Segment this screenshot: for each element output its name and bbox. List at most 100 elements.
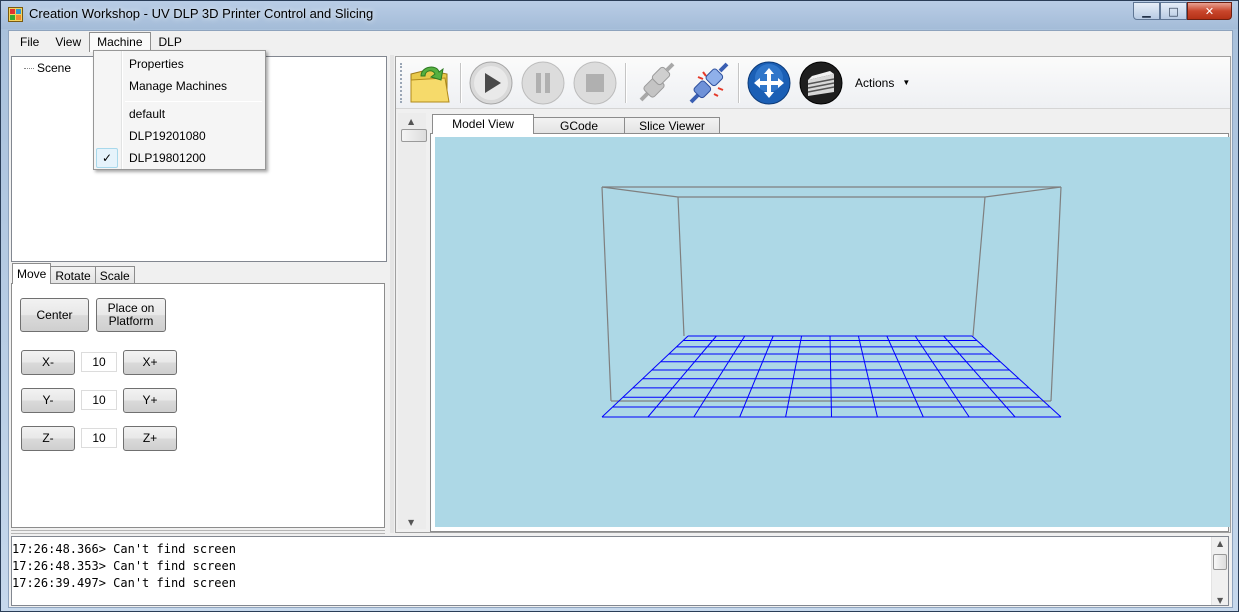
maximize-button[interactable]: □: [1160, 2, 1187, 20]
scroll-up-icon[interactable]: ▲: [408, 117, 414, 126]
play-icon: [469, 61, 513, 104]
app-window: Creation Workshop - UV DLP 3D Printer Co…: [0, 0, 1239, 612]
platform-grid-line: [971, 335, 1062, 418]
plug-connect-icon: [689, 62, 729, 103]
platform-grid-line: [693, 335, 746, 418]
menu-item-machine-dlp19201080[interactable]: DLP19201080: [96, 125, 263, 147]
build-volume-edge: [601, 186, 679, 198]
splitter[interactable]: [390, 55, 394, 533]
minimize-icon: ▁: [1142, 4, 1151, 18]
model-view-panel: [430, 133, 1230, 532]
window-title: Creation Workshop - UV DLP 3D Printer Co…: [29, 6, 374, 21]
move-view-button[interactable]: [745, 59, 793, 107]
scroll-thumb[interactable]: [1213, 554, 1227, 570]
platform-grid-line: [647, 335, 717, 418]
platform-grid-line: [601, 335, 689, 418]
window-controls: ▁ □ ✕: [1133, 2, 1232, 20]
tab-move[interactable]: Move: [12, 263, 52, 284]
right-panel: Actions ▼ ▲ ▼ Model View GCode Slice Vie…: [395, 56, 1231, 533]
close-button[interactable]: ✕: [1187, 2, 1232, 20]
chevron-down-icon: ▼: [902, 78, 911, 87]
build-volume-edge: [972, 196, 986, 337]
place-on-platform-button[interactable]: Place on Platform: [96, 298, 166, 332]
menu-item-machine-default[interactable]: default: [96, 103, 263, 125]
left-panel-divider: [11, 530, 385, 534]
stop-button[interactable]: [571, 59, 619, 107]
move-arrows-icon: [747, 61, 791, 104]
play-button[interactable]: [467, 59, 515, 107]
move-panel: Center Place on Platform X- 10 X+ Y- 10 …: [11, 283, 385, 528]
log-line: 17:26:39.497> Can't find screen: [12, 576, 236, 590]
menu-machine[interactable]: Machine: [89, 32, 151, 52]
platform-grid-line: [943, 335, 1016, 418]
slice-cake-icon: [799, 61, 843, 104]
menu-dlp[interactable]: DLP: [151, 32, 190, 52]
pause-icon: [521, 61, 565, 104]
platform-grid-line: [829, 335, 832, 418]
toolbar: Actions ▼: [396, 57, 1230, 109]
scroll-down-icon[interactable]: ▼: [1217, 596, 1223, 605]
z-plus-button[interactable]: Z+: [123, 426, 177, 451]
z-step-input[interactable]: 10: [81, 428, 117, 448]
menu-file[interactable]: File: [12, 32, 47, 52]
platform-grid-line: [739, 335, 774, 418]
tab-model-view[interactable]: Model View: [432, 114, 534, 134]
platform-grid-line: [857, 335, 878, 418]
plug-disconnected-icon: [639, 62, 675, 101]
log-scrollbar[interactable]: ▲ ▼: [1211, 537, 1228, 605]
build-volume-edge: [677, 196, 685, 337]
app-icon: [8, 7, 23, 22]
scroll-down-icon[interactable]: ▼: [408, 518, 414, 527]
machine-menu: Properties Manage Machines default DLP19…: [93, 50, 266, 170]
actions-dropdown[interactable]: Actions ▼: [855, 76, 910, 90]
x-step-input[interactable]: 10: [81, 352, 117, 372]
y-step-input[interactable]: 10: [81, 390, 117, 410]
log-line: 17:26:48.353> Can't find screen: [12, 559, 236, 573]
menu-view[interactable]: View: [47, 32, 89, 52]
y-minus-button[interactable]: Y-: [21, 388, 75, 413]
3d-viewport[interactable]: [435, 137, 1230, 527]
actions-label: Actions: [855, 75, 895, 90]
menu-item-machine-dlp19801200[interactable]: DLP19801200: [96, 147, 263, 169]
tab-slice-viewer[interactable]: Slice Viewer: [624, 117, 720, 134]
slice-button[interactable]: [797, 59, 845, 107]
view-scrollbar[interactable]: ▲ ▼: [398, 113, 427, 529]
stop-icon: [573, 61, 617, 104]
build-volume-edge: [984, 186, 1062, 198]
transform-tabs: Move Rotate Scale: [12, 263, 135, 284]
build-volume-edge: [601, 186, 612, 402]
view-tabs: Model View GCode Slice Viewer: [432, 112, 720, 134]
platform-grid-line: [785, 335, 803, 418]
build-volume-edge: [1050, 186, 1062, 402]
log-output[interactable]: 17:26:48.366> Can't find screen 17:26:48…: [11, 536, 1229, 606]
tab-gcode[interactable]: GCode: [533, 117, 625, 134]
open-file-icon: [410, 66, 450, 102]
y-plus-button[interactable]: Y+: [123, 388, 177, 413]
toolbar-separator: [738, 62, 739, 103]
pause-button[interactable]: [519, 59, 567, 107]
minimize-button[interactable]: ▁: [1133, 2, 1160, 20]
tree-node-scene[interactable]: Scene: [24, 61, 71, 75]
disconnect-button[interactable]: [632, 59, 680, 107]
open-file-button[interactable]: [406, 59, 454, 107]
log-line: 17:26:48.366> Can't find screen: [12, 542, 236, 556]
menu-item-manage-machines[interactable]: Manage Machines: [96, 75, 263, 97]
platform-grid-line: [914, 335, 970, 418]
z-minus-button[interactable]: Z-: [21, 426, 75, 451]
connect-button[interactable]: [684, 59, 732, 107]
toolbar-grip[interactable]: [400, 62, 403, 103]
log-lines: 17:26:48.366> Can't find screen 17:26:48…: [12, 541, 236, 592]
toolbar-separator: [460, 62, 461, 103]
close-icon: ✕: [1204, 4, 1215, 18]
x-minus-button[interactable]: X-: [21, 350, 75, 375]
tab-rotate[interactable]: Rotate: [50, 266, 96, 284]
scroll-thumb[interactable]: [401, 129, 427, 142]
platform-grid-line: [886, 335, 924, 418]
build-volume: [601, 186, 1062, 418]
center-button[interactable]: Center: [20, 298, 89, 332]
scroll-up-icon[interactable]: ▲: [1217, 539, 1223, 548]
x-plus-button[interactable]: X+: [123, 350, 177, 375]
tab-scale[interactable]: Scale: [94, 266, 135, 284]
menu-item-properties[interactable]: Properties: [96, 53, 263, 75]
title-bar[interactable]: Creation Workshop - UV DLP 3D Printer Co…: [1, 1, 1238, 29]
